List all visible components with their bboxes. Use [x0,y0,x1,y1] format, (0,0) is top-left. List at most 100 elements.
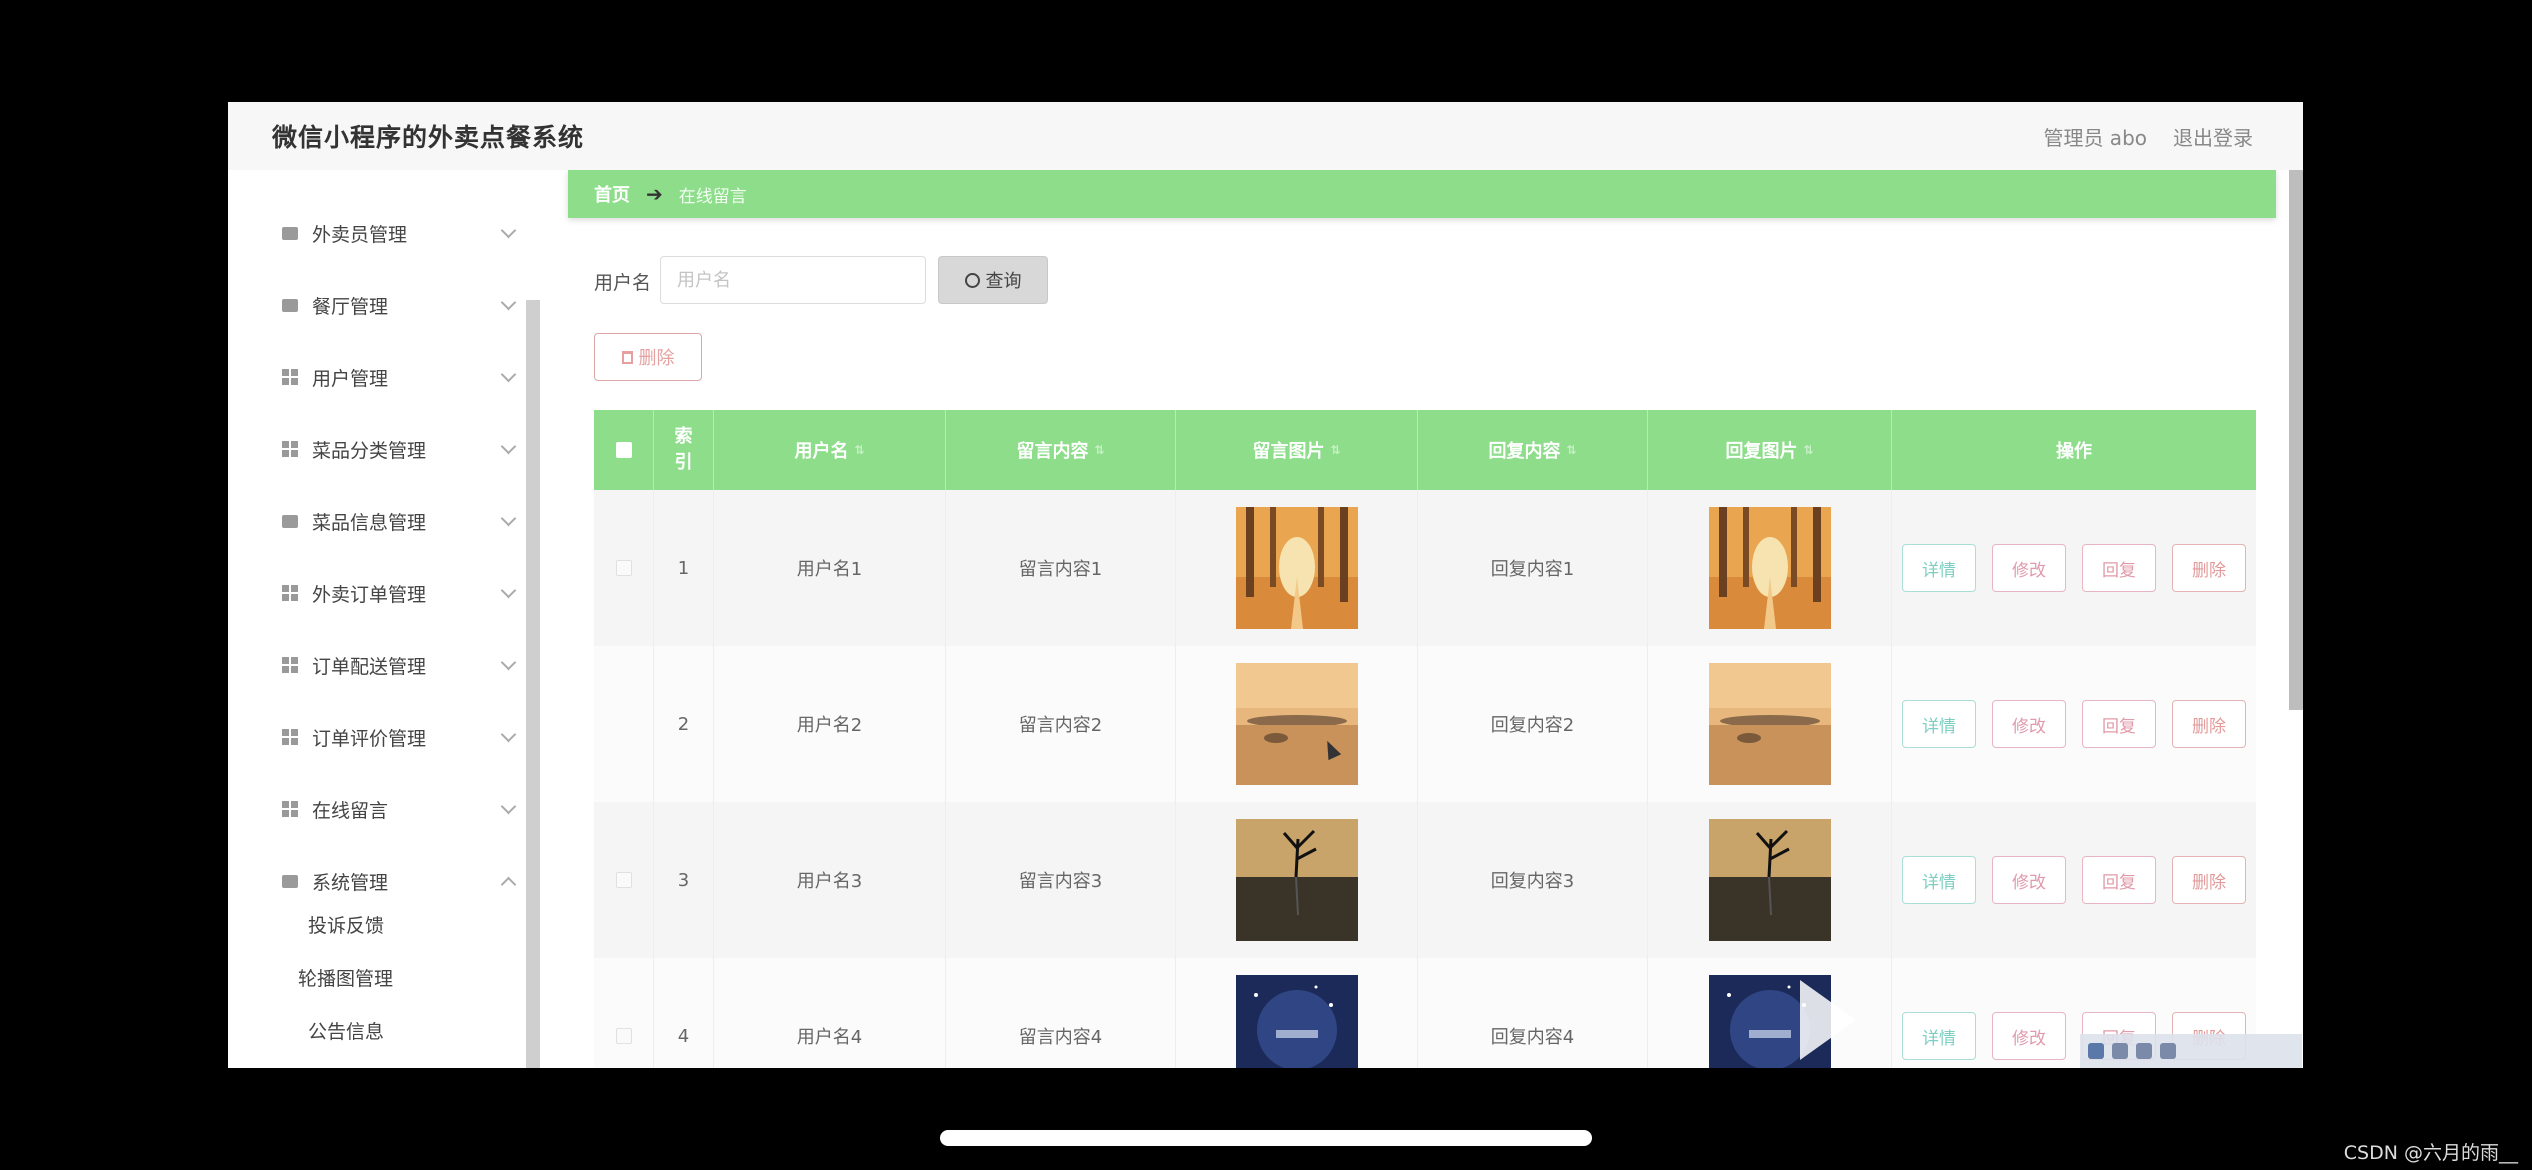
sidebar-item-delivery[interactable]: 订单配送管理 [282,645,522,685]
play-icon[interactable] [1800,980,1856,1060]
chevron-down-icon [500,510,517,526]
col-reply-label: 回复内容 [1488,441,1561,462]
sidebar-item-dish-info[interactable]: 菜品信息管理 [282,501,522,541]
overlay-toolbar [2080,1034,2302,1068]
row-reply-image-cell [1648,646,1892,802]
reply-button[interactable]: 回复 [2082,544,2156,592]
row-content: 留言内容2 [946,646,1176,802]
delete-button[interactable]: 删除 [2172,544,2246,592]
delete-button[interactable]: 删除 [2172,700,2246,748]
col-content[interactable]: 留言内容 ⇅ [946,410,1176,490]
row-reply-image-cell [1648,490,1892,646]
sidebar-item-label: 订单配送管理 [312,655,427,678]
detail-button[interactable]: 详情 [1902,1012,1976,1060]
col-image-label: 留言图片 [1252,441,1325,462]
detail-button[interactable]: 详情 [1902,544,1976,592]
main-content: 首页 ➔ 在线留言 用户名 查询 删除 索引 用户名 ⇅ 留言内容 ⇅ 留言图片 ⇅ … [548,170,2303,1068]
messages-table: 索引 用户名 ⇅ 留言内容 ⇅ 留言图片 ⇅ 回复内容 ⇅ 回复图片 ⇅ 操作 1 用户名… [594,410,2256,1068]
chevron-down-icon [500,654,517,670]
sidebar-item-label: 订单评价管理 [312,727,427,750]
trash-icon [621,350,633,364]
arrow-right-icon: ➔ [646,182,663,206]
misty-lake-image[interactable] [1708,663,1831,785]
main-scrollbar[interactable] [2289,170,2303,710]
toolbar-app-icon[interactable] [2088,1043,2104,1059]
grid-icon [282,729,298,745]
autumn-forest-image[interactable] [1235,507,1358,629]
sidebar-item-restaurant[interactable]: 餐厅管理 [282,285,522,325]
select-all-checkbox[interactable] [615,442,632,458]
sidebar-item-orders[interactable]: 外卖订单管理 [282,573,522,613]
col-reply[interactable]: 回复内容 ⇅ [1418,410,1648,490]
edit-button[interactable]: 修改 [1992,544,2066,592]
row-content: 留言内容4 [946,958,1176,1068]
toolbar-tools-icon[interactable] [2160,1043,2176,1059]
sort-icon: ⇅ [1803,443,1814,457]
col-image[interactable]: 留言图片 ⇅ [1176,410,1418,490]
sidebar-item-messages[interactable]: 在线留言 [282,789,522,829]
sidebar-subitem-complaints[interactable]: 投诉反馈 [308,911,384,938]
delete-button[interactable]: 删除 [2172,856,2246,904]
grid-icon [282,657,298,673]
col-actions: 操作 [2056,441,2092,462]
detail-button[interactable]: 详情 [1902,856,1976,904]
search-icon [964,272,980,288]
row-select-cell [594,646,654,802]
sidebar-item-reviews[interactable]: 订单评价管理 [282,717,522,757]
sidebar-item-label: 餐厅管理 [312,295,389,318]
row-actions: 详情 修改 回复 删除 [1892,802,2256,958]
lone-tree-image[interactable] [1708,819,1831,941]
col-reply-image[interactable]: 回复图片 ⇅ [1648,410,1892,490]
sidebar-subitem-carousel[interactable]: 轮播图管理 [298,964,393,991]
row-content: 留言内容1 [946,490,1176,646]
sidebar-item-system[interactable]: 系统管理 [282,861,522,901]
watermark: CSDN @六月的雨__ [2343,1142,2518,1164]
batch-delete-button[interactable]: 删除 [594,333,702,381]
breadcrumb: 首页 ➔ 在线留言 [568,170,2276,218]
sidebar-subitem-notices[interactable]: 公告信息 [308,1017,384,1044]
chevron-down-icon [500,726,517,742]
misty-lake-image[interactable] [1235,663,1358,785]
edit-button[interactable]: 修改 [1992,856,2066,904]
sidebar-scrollbar[interactable] [526,300,540,1068]
col-reply-image-label: 回复图片 [1725,441,1798,462]
row-reply-image-cell [1648,802,1892,958]
col-username-label: 用户名 [794,441,849,462]
edit-button[interactable]: 修改 [1992,700,2066,748]
row-checkbox[interactable] [615,1028,632,1044]
row-select-cell [594,802,654,958]
breadcrumb-home[interactable]: 首页 [594,181,630,207]
chevron-down-icon [500,366,517,382]
reply-button[interactable]: 回复 [2082,700,2156,748]
breadcrumb-current: 在线留言 [678,186,747,207]
reply-button[interactable]: 回复 [2082,856,2156,904]
toolbar-settings-icon[interactable] [2136,1043,2152,1059]
row-username: 用户名4 [714,958,946,1068]
sidebar-item-users[interactable]: 用户管理 [282,357,522,397]
home-indicator[interactable] [940,1130,1592,1146]
row-reply: 回复内容1 [1418,490,1648,646]
sidebar-item-dish-category[interactable]: 菜品分类管理 [282,429,522,469]
chevron-down-icon [500,294,517,310]
sidebar-item-label: 菜品信息管理 [312,511,427,534]
table-row: 3 用户名3 留言内容3 回复内容3 详情 修改 回复 删除 [594,802,2256,958]
row-checkbox[interactable] [615,560,632,576]
row-checkbox[interactable] [615,872,632,888]
grid-icon [282,369,298,385]
row-reply: 回复内容4 [1418,958,1648,1068]
edit-button[interactable]: 修改 [1992,1012,2066,1060]
logout-link[interactable]: 退出登录 [2173,122,2253,151]
col-content-label: 留言内容 [1016,441,1089,462]
search-button[interactable]: 查询 [938,256,1048,304]
detail-button[interactable]: 详情 [1902,700,1976,748]
row-actions: 详情 修改 回复 删除 [1892,490,2256,646]
night-sky-image[interactable] [1235,975,1358,1068]
autumn-forest-image[interactable] [1708,507,1831,629]
sidebar-item-label: 外卖订单管理 [312,583,427,606]
chevron-down-icon [500,222,517,238]
lone-tree-image[interactable] [1235,819,1358,941]
sidebar-item-courier[interactable]: 外卖员管理 [282,213,522,253]
username-search-input[interactable] [660,256,926,304]
col-username[interactable]: 用户名 ⇅ [714,410,946,490]
toolbar-keyboard-icon[interactable] [2112,1043,2128,1059]
